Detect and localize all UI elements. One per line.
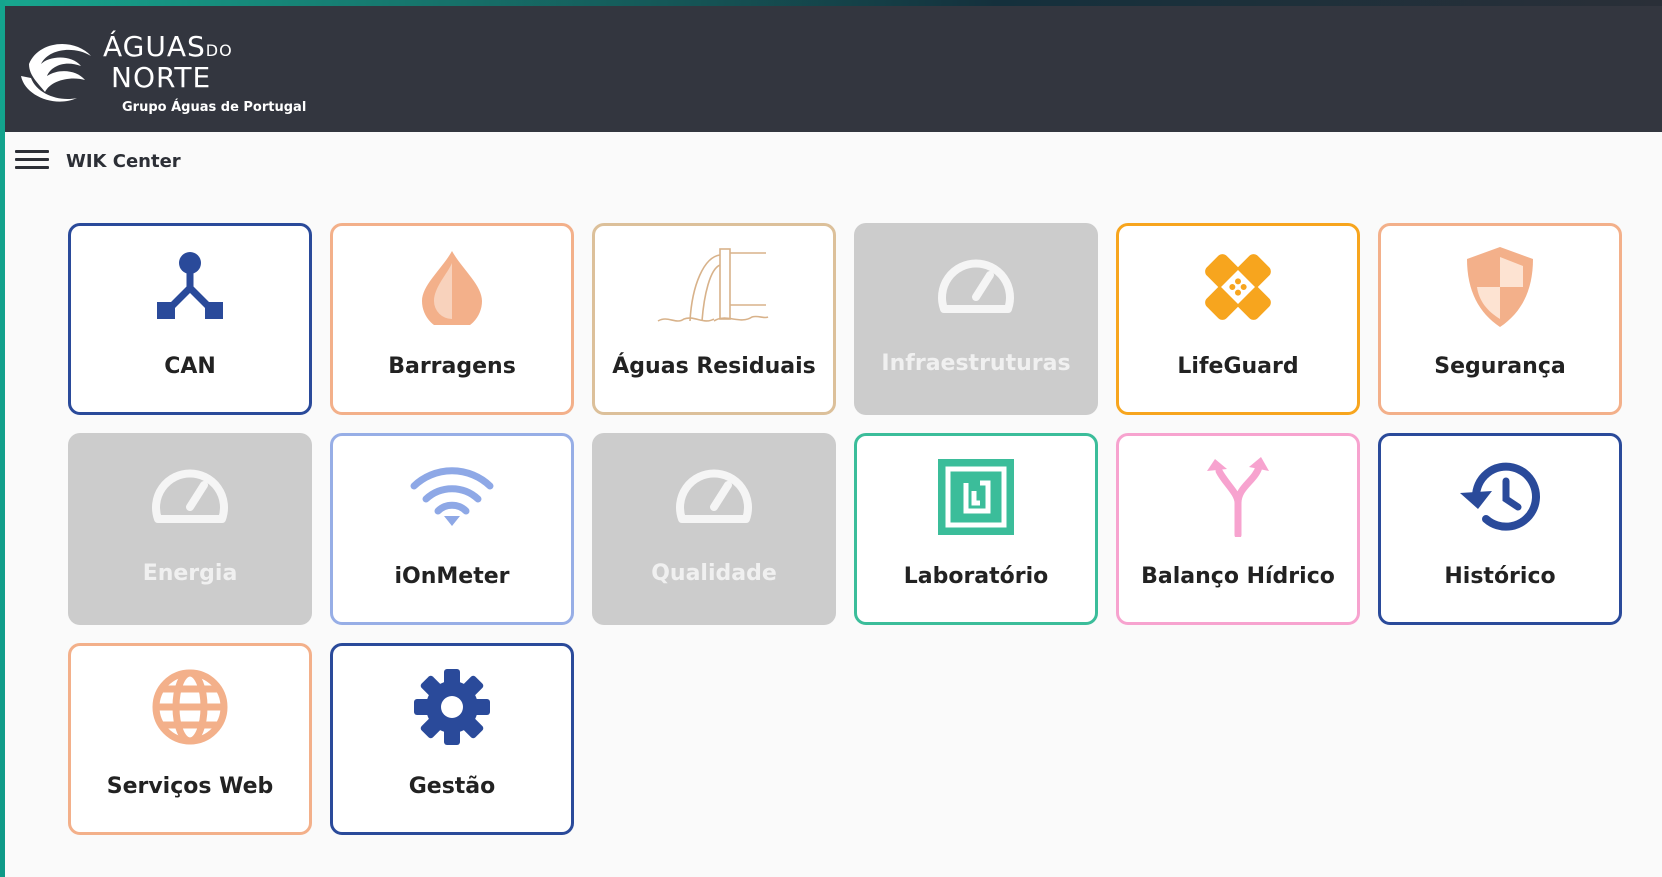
- tile-infraestruturas: Infraestruturas: [854, 223, 1098, 415]
- globe-icon: [152, 669, 228, 745]
- split-arrows-icon: [1207, 457, 1269, 537]
- logo-tagline: Grupo Águas de Portugal: [122, 100, 307, 115]
- tile-label: Gestão: [408, 774, 496, 799]
- tile-gestao[interactable]: Gestão: [330, 643, 574, 835]
- tile-label: CAN: [164, 354, 216, 379]
- gauge-icon: [938, 259, 1014, 313]
- tile-balanco-hidrico[interactable]: Balanço Hídrico: [1116, 433, 1360, 625]
- gauge-icon: [152, 469, 228, 523]
- tile-label: Infraestruturas: [881, 351, 1071, 376]
- wifi-icon: [410, 467, 494, 526]
- tile-laboratorio[interactable]: Laboratório: [854, 433, 1098, 625]
- lab-square-icon: [938, 459, 1014, 535]
- toolbar: WIK Center: [5, 132, 1662, 188]
- tile-seguranca[interactable]: Segurança: [1378, 223, 1622, 415]
- tile-energia: Energia: [68, 433, 312, 625]
- network-icon: [157, 252, 223, 319]
- aguas-do-norte-logo[interactable]: ÁGUASDO NORTE Grupo Águas de Portugal: [15, 20, 335, 120]
- tile-label: Qualidade: [651, 561, 777, 586]
- tile-label: Barragens: [388, 354, 516, 379]
- bandage-icon: [1205, 254, 1271, 320]
- history-icon: [1460, 462, 1540, 531]
- gear-icon: [414, 669, 490, 745]
- page-title: WIK Center: [66, 151, 181, 172]
- logo-line-1: ÁGUASDO: [103, 30, 233, 63]
- tile-label: Histórico: [1444, 564, 1556, 589]
- wave-logo-icon: [21, 44, 91, 102]
- water-drop-icon: [422, 251, 482, 325]
- tile-label: LifeGuard: [1177, 354, 1299, 379]
- tile-ionmeter[interactable]: iOnMeter: [330, 433, 574, 625]
- tile-label: Águas Residuais: [612, 354, 816, 379]
- tile-barragens[interactable]: Barragens: [330, 223, 574, 415]
- tile-lifeguard[interactable]: LifeGuard: [1116, 223, 1360, 415]
- tile-label: Laboratório: [903, 564, 1049, 589]
- tile-label: Energia: [142, 561, 238, 586]
- tile-aguas-residuais[interactable]: Águas Residuais: [592, 223, 836, 415]
- tile-qualidade: Qualidade: [592, 433, 836, 625]
- tile-label: Segurança: [1434, 354, 1566, 379]
- logo-line-2: NORTE: [111, 61, 212, 94]
- app-header: ÁGUASDO NORTE Grupo Águas de Portugal: [5, 6, 1662, 132]
- tile-servicos-web[interactable]: Serviços Web: [68, 643, 312, 835]
- gauge-icon: [676, 469, 752, 523]
- tile-historico[interactable]: Histórico: [1378, 433, 1622, 625]
- shield-icon: [1467, 247, 1533, 327]
- app-tile-grid: CAN Barragens Águas Residuais Infraestru…: [68, 223, 1622, 835]
- tile-label: Balanço Hídrico: [1141, 564, 1335, 589]
- tile-can[interactable]: CAN: [68, 223, 312, 415]
- tile-label: Serviços Web: [106, 774, 274, 799]
- wastewater-pipe-icon: [657, 248, 769, 322]
- tile-label: iOnMeter: [394, 564, 510, 589]
- hamburger-menu-icon[interactable]: [15, 146, 51, 172]
